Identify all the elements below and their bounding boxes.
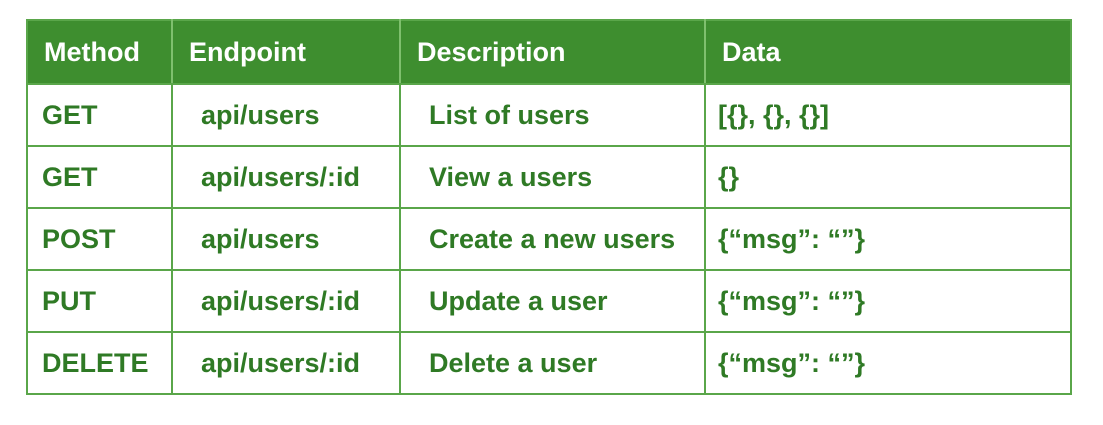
table-row: POST api/users Create a new users {“msg”… bbox=[26, 207, 1072, 271]
cell-method: GET bbox=[26, 145, 173, 209]
table-body: GET api/users List of users [{}, {}, {}]… bbox=[26, 83, 1072, 395]
header-endpoint: Endpoint bbox=[171, 19, 401, 85]
cell-description: Delete a user bbox=[399, 331, 706, 395]
cell-method: GET bbox=[26, 83, 173, 147]
cell-endpoint: api/users/:id bbox=[171, 145, 401, 209]
cell-endpoint: api/users/:id bbox=[171, 331, 401, 395]
table-row: DELETE api/users/:id Delete a user {“msg… bbox=[26, 331, 1072, 395]
table-row: GET api/users/:id View a users {} bbox=[26, 145, 1072, 209]
cell-endpoint: api/users/:id bbox=[171, 269, 401, 333]
cell-data: {“msg”: “”} bbox=[704, 269, 1072, 333]
table-row: GET api/users List of users [{}, {}, {}] bbox=[26, 83, 1072, 147]
cell-description: List of users bbox=[399, 83, 706, 147]
header-description: Description bbox=[399, 19, 706, 85]
cell-description: Update a user bbox=[399, 269, 706, 333]
cell-data: [{}, {}, {}] bbox=[704, 83, 1072, 147]
cell-description: View a users bbox=[399, 145, 706, 209]
cell-method: POST bbox=[26, 207, 173, 271]
cell-description: Create a new users bbox=[399, 207, 706, 271]
header-data: Data bbox=[704, 19, 1072, 85]
cell-method: DELETE bbox=[26, 331, 173, 395]
table-header: Method Endpoint Description Data bbox=[26, 19, 1072, 85]
cell-endpoint: api/users bbox=[171, 83, 401, 147]
header-row: Method Endpoint Description Data bbox=[26, 19, 1072, 85]
cell-endpoint: api/users bbox=[171, 207, 401, 271]
cell-method: PUT bbox=[26, 269, 173, 333]
header-method: Method bbox=[26, 19, 173, 85]
cell-data: {“msg”: “”} bbox=[704, 331, 1072, 395]
api-endpoints-table-container: Method Endpoint Description Data GET api… bbox=[26, 19, 1072, 395]
cell-data: {} bbox=[704, 145, 1072, 209]
api-endpoints-table: Method Endpoint Description Data GET api… bbox=[26, 19, 1072, 395]
cell-data: {“msg”: “”} bbox=[704, 207, 1072, 271]
table-row: PUT api/users/:id Update a user {“msg”: … bbox=[26, 269, 1072, 333]
